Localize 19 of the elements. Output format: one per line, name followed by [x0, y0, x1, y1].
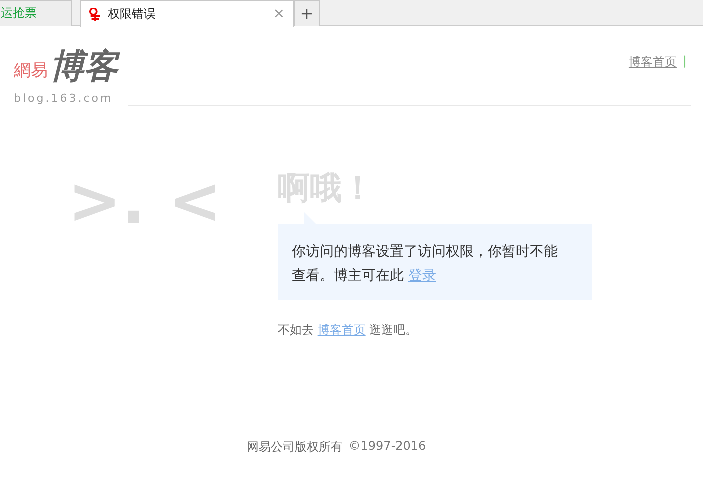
copyright-text: 网易公司版权所有 — [246, 439, 343, 456]
login-link[interactable]: 登录 — [408, 268, 436, 284]
separator: | — [682, 54, 687, 70]
logo-url: blog.163.com — [14, 92, 114, 105]
message-text: 你访问的博客设置了访问权限，你暂时不能查看。博主可在此 登录 — [292, 243, 559, 286]
suggestion-text: 不如去 博客首页 逛逛吧。 — [278, 322, 419, 339]
browser-tab[interactable]: 权限错误 × — [80, 0, 294, 27]
tab-label: 权限错误 — [108, 6, 156, 22]
new-tab-button[interactable]: + — [294, 0, 320, 26]
site-icon — [89, 8, 102, 20]
logo-brand: 網易 — [14, 60, 48, 82]
browser-tab[interactable]: 运抢票 — [0, 0, 72, 26]
copyright-years: ©1997-2016 — [348, 439, 426, 455]
logo-title: 博客 — [50, 44, 118, 90]
home-link[interactable]: 博客首页 — [628, 54, 677, 71]
emoticon: >. < — [67, 170, 223, 241]
close-button[interactable]: × — [273, 6, 285, 22]
blog-home-link[interactable]: 博客首页 — [318, 323, 366, 337]
tab-label: 运抢票 — [1, 5, 37, 22]
